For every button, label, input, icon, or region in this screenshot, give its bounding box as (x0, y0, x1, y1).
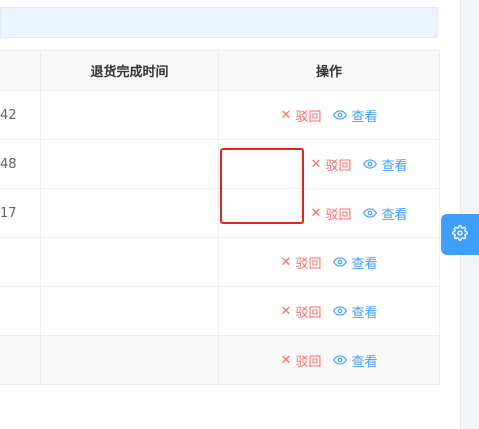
reject-label: 驳回 (325, 158, 352, 174)
reject-label: 驳回 (295, 305, 322, 321)
header-operation: 操作 (315, 65, 342, 80)
time-fragment: 48 (0, 156, 17, 172)
reject-button[interactable]: ✕ 驳回 (281, 302, 322, 321)
close-x-icon: ✕ (280, 352, 292, 368)
eye-icon (333, 353, 348, 367)
row-actions: ✕ 驳回 查看 (281, 253, 378, 272)
gear-icon (452, 224, 468, 245)
return-complete-time-cell (41, 140, 219, 188)
operation-cell: ✕ 驳回 查看 (219, 336, 439, 384)
time-cell (0, 336, 41, 384)
row-actions: ✕ 驳回 查看 (281, 106, 378, 125)
table-row: 42 ✕ 驳回 查看 (0, 91, 439, 140)
eye-icon (363, 206, 378, 220)
return-complete-time-cell (41, 189, 219, 237)
operation-cell: ✕ 驳回 查看 (219, 238, 439, 286)
reject-button[interactable]: ✕ 驳回 (311, 155, 352, 174)
header-cell-time (0, 51, 41, 90)
time-cell: 48 (0, 140, 41, 188)
operation-cell: ✕ 驳回 查看 (219, 287, 439, 335)
view-label: 查看 (351, 256, 378, 272)
table-header-row: 退货完成时间 操作 (0, 51, 439, 91)
table-row: ✕ 驳回 查看 (0, 238, 439, 287)
close-x-icon: ✕ (280, 107, 292, 123)
eye-icon (363, 157, 378, 171)
view-button[interactable]: 查看 (363, 204, 407, 223)
view-label: 查看 (381, 158, 408, 174)
view-button[interactable]: 查看 (333, 106, 377, 125)
info-banner (0, 7, 438, 38)
close-x-icon: ✕ (280, 254, 292, 270)
header-return-complete-time: 退货完成时间 (41, 51, 219, 90)
close-x-icon: ✕ (310, 156, 322, 172)
row-actions: ✕ 驳回 查看 (311, 155, 408, 174)
return-complete-time-cell (41, 287, 219, 335)
view-label: 查看 (351, 305, 378, 321)
reject-button[interactable]: ✕ 驳回 (281, 106, 322, 125)
settings-button[interactable] (441, 214, 479, 255)
reject-label: 驳回 (325, 207, 352, 223)
view-button[interactable]: 查看 (363, 155, 407, 174)
eye-icon (333, 255, 348, 269)
row-actions: ✕ 驳回 查看 (311, 204, 408, 223)
time-fragment: 42 (0, 107, 17, 123)
view-button[interactable]: 查看 (333, 351, 377, 370)
row-actions: ✕ 驳回 查看 (281, 351, 378, 370)
reject-label: 驳回 (295, 256, 322, 272)
time-cell: 42 (0, 91, 41, 139)
view-label: 查看 (351, 109, 378, 125)
return-complete-time-cell (41, 91, 219, 139)
table-row: ✕ 驳回 查看 (0, 336, 439, 385)
reject-label: 驳回 (295, 354, 322, 370)
row-actions: ✕ 驳回 查看 (281, 302, 378, 321)
eye-icon (333, 108, 348, 122)
time-cell (0, 287, 41, 335)
eye-icon (333, 304, 348, 318)
close-x-icon: ✕ (310, 205, 322, 221)
reject-button[interactable]: ✕ 驳回 (281, 351, 322, 370)
time-cell: 17 (0, 189, 41, 237)
reject-label: 驳回 (295, 109, 322, 125)
view-button[interactable]: 查看 (333, 302, 377, 321)
view-label: 查看 (351, 354, 378, 370)
reject-button[interactable]: ✕ 驳回 (311, 204, 352, 223)
time-cell (0, 238, 41, 286)
view-label: 查看 (381, 207, 408, 223)
highlight-annotation-box (220, 148, 304, 224)
table-row: ✕ 驳回 查看 (0, 287, 439, 336)
reject-button[interactable]: ✕ 驳回 (281, 253, 322, 272)
view-button[interactable]: 查看 (333, 253, 377, 272)
close-x-icon: ✕ (280, 303, 292, 319)
return-complete-time-cell (41, 238, 219, 286)
return-complete-time-cell (41, 336, 219, 384)
time-fragment: 17 (0, 205, 17, 221)
operation-cell: ✕ 驳回 查看 (219, 91, 439, 139)
